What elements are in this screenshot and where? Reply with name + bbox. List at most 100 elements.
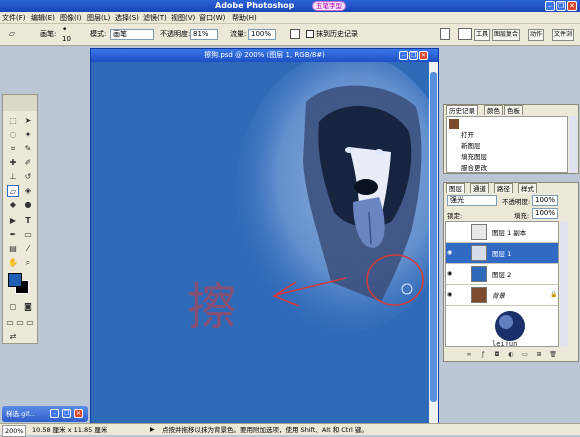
blend-mode-select[interactable]: 强光: [447, 195, 497, 206]
close-icon[interactable]: ✕: [567, 1, 577, 11]
crop-tool-icon[interactable]: ⌗: [7, 143, 19, 155]
dock-tab-actions[interactable]: 动作: [528, 29, 545, 41]
minimized-document[interactable]: 梯选.gif... – ❐ ✕: [2, 406, 88, 422]
lasso-tool-icon[interactable]: ◌: [7, 129, 19, 141]
notes-tool-icon[interactable]: ▤: [7, 243, 19, 255]
menu-layer[interactable]: 图层(L): [87, 12, 110, 24]
doc-minimize-icon[interactable]: –: [399, 51, 408, 60]
tab-styles[interactable]: 样式: [518, 183, 537, 193]
screen-mode-full-menu-icon[interactable]: ▭: [15, 317, 25, 329]
options-bar: ▱ 画笔: • 10 模式: 画笔 不透明度: 81% 流量: 100% 抹到历…: [0, 24, 580, 46]
bucket-tool-icon[interactable]: ◈: [22, 185, 34, 197]
menu-image[interactable]: 图像(I): [60, 12, 82, 24]
layer-row[interactable]: ◉ 图层 2: [446, 264, 558, 285]
healing-tool-icon[interactable]: ✚: [7, 157, 19, 169]
delete-layer-icon[interactable]: 🗑: [548, 350, 558, 360]
eyedropper-tool-icon[interactable]: ⁄: [22, 243, 34, 255]
task-close-icon[interactable]: ✕: [74, 409, 83, 418]
vertical-scrollbar[interactable]: [429, 62, 438, 424]
brush-tool-icon[interactable]: ✐: [22, 157, 34, 169]
eraser-tool-icon[interactable]: ▱: [6, 28, 18, 40]
stamp-tool-icon[interactable]: ⊥: [7, 171, 19, 183]
tab-color[interactable]: 颜色: [484, 105, 503, 115]
scroll-thumb[interactable]: [430, 72, 437, 402]
brush-size[interactable]: 10: [62, 34, 71, 44]
layer-row[interactable]: ◉ 图层 1: [446, 243, 558, 264]
new-group-icon[interactable]: ▭: [520, 350, 530, 360]
hand-tool-icon[interactable]: ✋: [7, 257, 19, 269]
history-item[interactable]: 新图层: [461, 141, 561, 151]
menu-file[interactable]: 文件(F): [2, 12, 26, 24]
mode-select[interactable]: 画笔: [110, 29, 154, 40]
marquee-tool-icon[interactable]: ⬚: [7, 115, 19, 127]
menu-view[interactable]: 视图(V): [171, 12, 195, 24]
path-select-tool-icon[interactable]: ▶: [7, 215, 19, 227]
opacity-input[interactable]: 81%: [190, 29, 218, 40]
quickmask-mode-icon[interactable]: ◙: [22, 301, 34, 313]
history-scrollbar[interactable]: [569, 116, 577, 173]
dock-tab-tools[interactable]: 工具: [474, 29, 491, 41]
layers-scrollbar[interactable]: [560, 221, 568, 347]
dock-tab-layer-comps[interactable]: 图层复合: [492, 29, 521, 41]
minimize-icon[interactable]: –: [545, 1, 555, 11]
layer-row[interactable]: 图层 1 副本: [446, 222, 558, 243]
menu-window[interactable]: 窗口(W): [199, 12, 225, 24]
layer-mask-icon[interactable]: ◘: [492, 350, 502, 360]
layer-opacity-input[interactable]: 100%: [532, 195, 558, 206]
tab-history[interactable]: 历史记录: [446, 105, 478, 115]
adjustment-layer-icon[interactable]: ◐: [506, 350, 516, 360]
pen-tool-icon[interactable]: ✒: [7, 229, 19, 241]
magic-wand-tool-icon[interactable]: ✦: [22, 129, 34, 141]
visibility-eye-icon[interactable]: ◉: [447, 291, 455, 299]
tab-layers[interactable]: 图层: [446, 183, 465, 193]
tab-paths[interactable]: 路径: [494, 183, 513, 193]
move-tool-icon[interactable]: ➤: [22, 115, 34, 127]
history-item[interactable]: 服合更改: [461, 163, 561, 173]
app-title: Adobe Photoshop: [215, 1, 295, 10]
dock-tab-browser[interactable]: 文件浏: [552, 29, 575, 41]
visibility-eye-icon[interactable]: ◉: [447, 270, 455, 278]
type-tool-icon[interactable]: T: [22, 215, 34, 227]
eraser-tool-icon-selected[interactable]: ▱: [7, 185, 19, 197]
history-erase-checkbox[interactable]: [306, 30, 314, 38]
standard-mode-icon[interactable]: ◻: [7, 301, 19, 313]
tab-swatches[interactable]: 色板: [504, 105, 523, 115]
restore-icon[interactable]: ❐: [556, 1, 566, 11]
screen-mode-standard-icon[interactable]: ▭: [5, 317, 15, 329]
history-brush-tool-icon[interactable]: ↺: [22, 171, 34, 183]
tab-channels[interactable]: 通道: [470, 183, 489, 193]
doc-close-icon[interactable]: ✕: [419, 51, 428, 60]
image-canvas[interactable]: 擦: [91, 52, 456, 424]
zoom-tool-icon[interactable]: ⌕: [22, 257, 34, 269]
layer-thumbnail: [471, 224, 487, 240]
history-item[interactable]: 打开: [461, 130, 561, 140]
zoom-readout[interactable]: 200%: [2, 425, 26, 437]
menu-edit[interactable]: 编辑(E): [31, 12, 55, 24]
new-layer-icon[interactable]: ⊞: [534, 350, 544, 360]
history-item[interactable]: 填充图层: [461, 152, 561, 162]
screen-mode-full-icon[interactable]: ▭: [25, 317, 35, 329]
layer-style-icon[interactable]: ƒ: [478, 350, 488, 360]
menu-filter[interactable]: 滤镜(T): [143, 12, 167, 24]
file-browser-icon[interactable]: [440, 28, 450, 40]
visibility-eye-icon[interactable]: [447, 228, 455, 236]
doc-restore-icon[interactable]: ❐: [409, 51, 418, 60]
jump-to-imageready-icon[interactable]: ⇄: [7, 331, 19, 343]
flow-input[interactable]: 100%: [248, 29, 276, 40]
blur-tool-icon[interactable]: ◆: [7, 199, 19, 211]
airbrush-icon[interactable]: [290, 29, 300, 39]
slice-tool-icon[interactable]: ✎: [22, 143, 34, 155]
visibility-eye-icon[interactable]: ◉: [447, 249, 455, 257]
link-layers-icon[interactable]: ∞: [464, 350, 474, 360]
menu-help[interactable]: 帮助(H): [232, 12, 257, 24]
foreground-color-swatch[interactable]: [8, 273, 22, 287]
shape-tool-icon[interactable]: ▭: [22, 229, 34, 241]
fill-input[interactable]: 100%: [532, 208, 558, 219]
layer-row[interactable]: ◉ 背景 🔒: [446, 285, 558, 306]
palette-well-icon[interactable]: [458, 28, 472, 40]
task-maximize-icon[interactable]: ❐: [62, 409, 71, 418]
play-icon[interactable]: ▶: [150, 425, 155, 435]
task-restore-icon[interactable]: –: [50, 409, 59, 418]
menu-select[interactable]: 选择(S): [115, 12, 139, 24]
dodge-tool-icon[interactable]: ●: [22, 199, 34, 211]
